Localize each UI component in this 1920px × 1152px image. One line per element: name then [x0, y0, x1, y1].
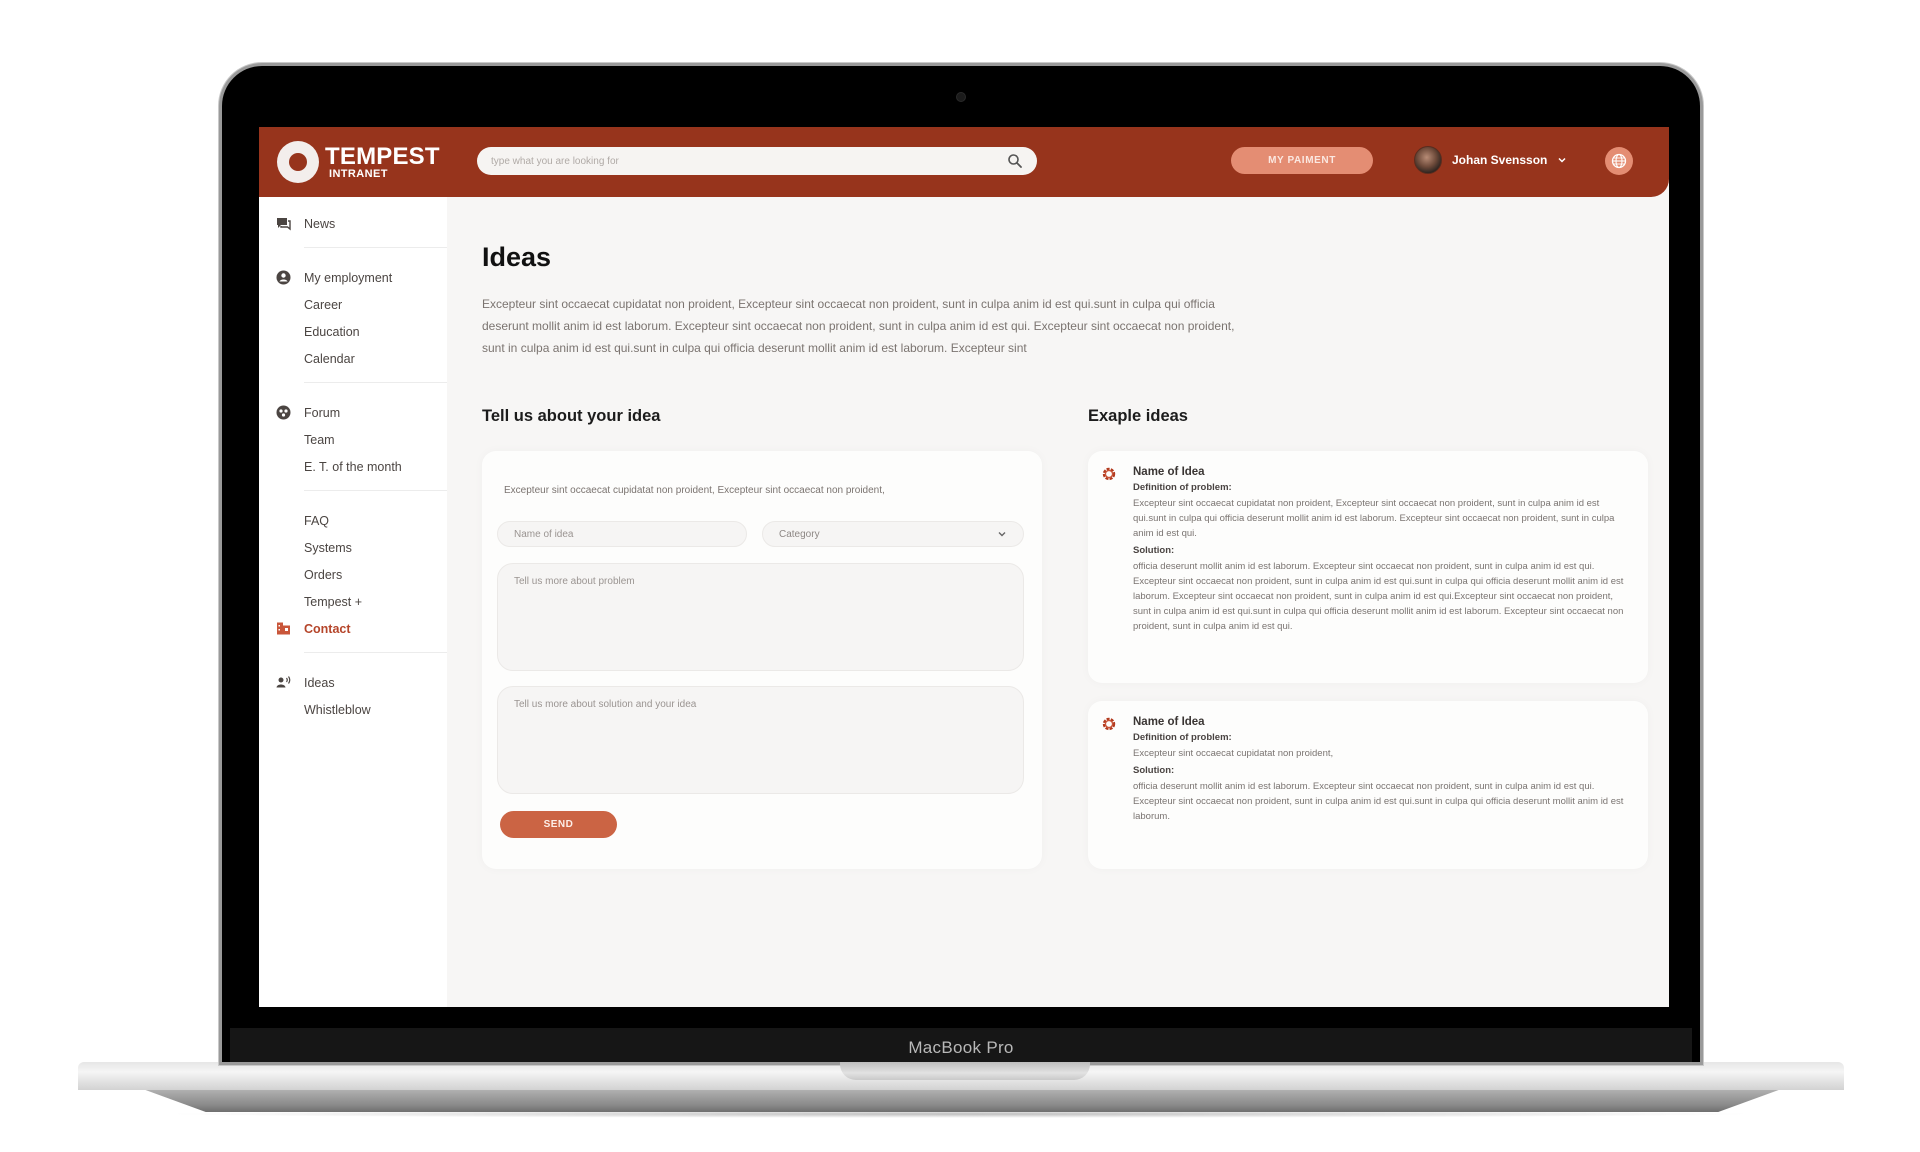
- idea-name: Name of Idea: [1133, 466, 1205, 478]
- chat-icon: [277, 218, 291, 231]
- sidebar-item-employee-of-month[interactable]: E. T. of the month: [259, 453, 447, 480]
- sidebar-item-orders[interactable]: Orders: [259, 561, 447, 588]
- speaker-person-icon: [276, 676, 291, 688]
- gear-icon: [1102, 467, 1116, 481]
- sidebar-item-news[interactable]: News: [259, 210, 447, 237]
- sidebar-item-label: Forum: [304, 405, 341, 420]
- globe-icon: [1611, 153, 1627, 169]
- intro-text: Excepteur sint occaecat cupidatat non pr…: [482, 297, 1235, 355]
- sidebar-item-label: Team: [304, 432, 335, 447]
- logo-title: TEMPEST: [325, 142, 440, 170]
- sidebar-item-label: Calendar: [304, 351, 355, 366]
- sidebar-item-label: Ideas: [304, 675, 335, 690]
- chevron-down-icon: [1558, 157, 1566, 163]
- problem-label: Definition of problem:: [1133, 482, 1232, 493]
- send-button[interactable]: SEND: [500, 811, 617, 838]
- solution-label: Solution:: [1133, 765, 1175, 776]
- examples-section-title: Exaple ideas: [1088, 407, 1188, 425]
- sidebar-item-calendar[interactable]: Calendar: [259, 345, 447, 372]
- idea-name-input[interactable]: [497, 521, 747, 547]
- sidebar-divider: [304, 247, 447, 248]
- main-content: Ideas Excepteur sint occaecat cupidatat …: [447, 197, 1669, 1007]
- sidebar-item-forum[interactable]: Forum: [259, 399, 447, 426]
- sidebar-item-team[interactable]: Team: [259, 426, 447, 453]
- group-icon: [276, 405, 291, 420]
- sidebar-item-label: Contact: [304, 621, 351, 636]
- form-description: Excepteur sint occaecat cupidatat non pr…: [504, 485, 885, 496]
- sidebar-item-ideas[interactable]: Ideas: [259, 669, 447, 696]
- sidebar-item-label: Whistleblow: [304, 702, 371, 717]
- page-title: Ideas: [482, 242, 552, 272]
- sidebar-item-career[interactable]: Career: [259, 291, 447, 318]
- sidebar-item-label: Orders: [304, 567, 343, 582]
- search-icon[interactable]: [1007, 153, 1023, 169]
- logo-subtitle: INTRANET: [329, 167, 388, 180]
- device-label: MacBook Pro: [908, 1038, 1014, 1057]
- user-circle-icon: [276, 270, 291, 285]
- idea-form: Excepteur sint occaecat cupidatat non pr…: [482, 451, 1042, 869]
- logo-icon: [277, 141, 319, 183]
- sidebar-divider: [304, 652, 447, 653]
- language-button[interactable]: [1605, 147, 1633, 175]
- sidebar-item-label: Systems: [304, 540, 352, 555]
- laptop-notch: [840, 1062, 1090, 1080]
- problem-label: Definition of problem:: [1133, 732, 1232, 743]
- sidebar-item-faq[interactable]: FAQ: [259, 507, 447, 534]
- sidebar-item-my-employment[interactable]: My employment: [259, 264, 447, 291]
- sidebar-item-label: News: [304, 216, 336, 231]
- top-bar: TEMPEST INTRANET MY PAIMENT Johan Svenss…: [259, 127, 1669, 197]
- example-idea-card: Name of Idea Definition of problem: Exce…: [1088, 701, 1648, 869]
- sidebar-item-tempest-plus[interactable]: Tempest +: [259, 588, 447, 615]
- solution-label: Solution:: [1133, 545, 1175, 556]
- example-idea-card: Name of Idea Definition of problem: Exce…: [1088, 451, 1648, 683]
- chevron-down-icon: [998, 532, 1006, 537]
- category-select[interactable]: Category: [762, 521, 1024, 547]
- user-menu[interactable]: Johan Svensson: [1414, 146, 1567, 174]
- sidebar-item-label: E. T. of the month: [304, 459, 402, 474]
- solution-text: officia deserunt mollit anim id est labo…: [1133, 561, 1624, 632]
- user-name: Johan Svensson: [1452, 153, 1548, 167]
- search-input[interactable]: [491, 155, 1007, 167]
- category-select-value: Category: [779, 528, 820, 540]
- screen: TEMPEST INTRANET MY PAIMENT Johan Svenss…: [259, 127, 1669, 1007]
- problem-text: Excepteur sint occaecat cupidatat non pr…: [1133, 498, 1615, 539]
- problem-textarea[interactable]: [497, 563, 1024, 671]
- sidebar-item-label: Tempest +: [304, 594, 363, 609]
- problem-text: Excepteur sint occaecat cupidatat non pr…: [1133, 748, 1334, 759]
- sidebar-divider: [304, 382, 447, 383]
- sidebar-divider: [304, 490, 447, 491]
- laptop-base-bottom: [140, 1088, 1784, 1112]
- sidebar-item-education[interactable]: Education: [259, 318, 447, 345]
- my-payment-button[interactable]: MY PAIMENT: [1231, 147, 1373, 174]
- search-bar: [477, 147, 1037, 175]
- solution-text: officia deserunt mollit anim id est labo…: [1133, 781, 1624, 822]
- solution-textarea[interactable]: [497, 686, 1024, 794]
- sidebar-item-label: Education: [304, 324, 360, 339]
- sidebar-item-systems[interactable]: Systems: [259, 534, 447, 561]
- sidebar-item-label: My employment: [304, 270, 393, 285]
- form-section-title: Tell us about your idea: [482, 407, 661, 425]
- avatar: [1414, 146, 1442, 174]
- sidebar: News My employment Career Education Cale…: [259, 197, 447, 1007]
- sidebar-item-contact[interactable]: Contact: [259, 615, 447, 642]
- sidebar-item-label: Career: [304, 297, 343, 312]
- sidebar-item-whistleblow[interactable]: Whistleblow: [259, 696, 447, 723]
- gear-icon: [1102, 717, 1116, 731]
- sidebar-item-label: FAQ: [304, 513, 330, 528]
- logo[interactable]: TEMPEST INTRANET: [277, 141, 440, 183]
- camera-icon: [956, 92, 966, 102]
- building-icon: [277, 622, 290, 635]
- idea-name: Name of Idea: [1133, 716, 1205, 728]
